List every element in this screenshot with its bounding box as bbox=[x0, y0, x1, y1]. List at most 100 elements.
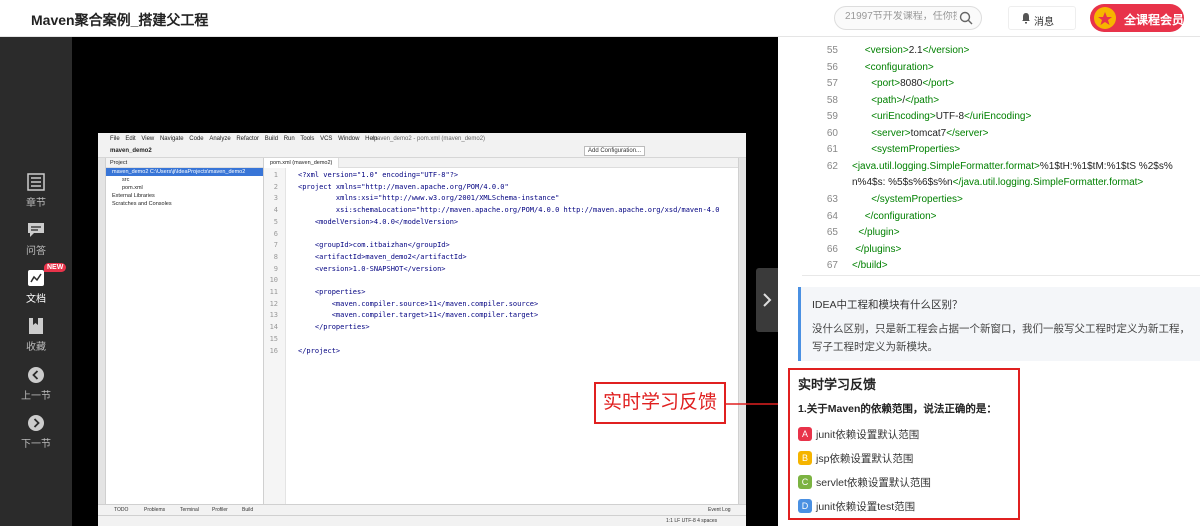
code-line: 14 </properties> bbox=[264, 322, 738, 334]
quiz-option-c[interactable]: C servlet依赖设置默认范围 bbox=[798, 474, 1018, 490]
ide-menu-item: File bbox=[110, 136, 120, 142]
chapter-list-icon bbox=[27, 173, 45, 191]
doc-code-text: n%4$s: %5$s%6$s%n</java.util.logging.Sim… bbox=[852, 175, 1143, 191]
code-line: 6 bbox=[264, 229, 738, 241]
code-text: <project xmlns="http://maven.apache.org/… bbox=[298, 182, 509, 191]
line-number: 7 bbox=[273, 241, 278, 250]
xml-close-tag: </server> bbox=[946, 127, 989, 139]
nav-label-next-lesson: 下一节 bbox=[21, 439, 51, 450]
doc-code-text: <configuration> bbox=[865, 60, 934, 76]
document-panel: 55 <version>2.1</version> 56 <configuration… bbox=[778, 37, 1200, 526]
doc-code-text: </plugins> bbox=[855, 242, 901, 258]
xml-value: 8080 bbox=[900, 78, 923, 89]
ide-tool-terminal: Terminal bbox=[180, 507, 199, 513]
xml-open-tag: <port> bbox=[871, 78, 901, 89]
search-icon[interactable] bbox=[959, 11, 973, 25]
quiz-option-d[interactable]: D junit依赖设置test范围 bbox=[798, 498, 1018, 514]
line-number: 10 bbox=[269, 276, 278, 285]
ide-tool-profiler: Profiler bbox=[212, 507, 228, 513]
line-number: 63 bbox=[826, 194, 838, 205]
line-number: 64 bbox=[826, 210, 838, 222]
new-badge: NEW bbox=[44, 263, 67, 272]
ide-tabbar: pom.xml (maven_demo2) bbox=[264, 158, 738, 168]
line-number: 57 bbox=[826, 78, 838, 89]
vip-membership-button[interactable]: 全课程会员 bbox=[1090, 4, 1184, 32]
xml-open-tag: <uriEncoding> bbox=[871, 111, 936, 122]
line-number: 67 bbox=[826, 260, 838, 271]
doc-code-text: <path>/</path> bbox=[871, 93, 939, 109]
ide-left-tool-stripe bbox=[98, 158, 106, 504]
nav-item-chapters[interactable]: 章节 bbox=[0, 173, 72, 217]
line-number: 65 bbox=[826, 227, 838, 238]
doc-code-text: <java.util.logging.SimpleFormatter.forma… bbox=[852, 159, 1173, 175]
quiz-box: 实时学习反馈 1.关于Maven的依赖范围，说法正确的是： A junit依赖设… bbox=[788, 368, 1020, 520]
doc-divider bbox=[802, 275, 1200, 276]
annotation-callout: 实时学习反馈 bbox=[594, 382, 726, 424]
code-text: <?xml version="1.0" encoding="UTF-8"?> bbox=[298, 171, 459, 179]
line-number: 56 bbox=[826, 61, 838, 73]
xml-close-tag: </port> bbox=[922, 78, 955, 89]
code-line: 8 <artifactId>maven_demo2</artifactId> bbox=[264, 252, 738, 264]
doc-code-text: </configuration> bbox=[865, 209, 937, 225]
document-chart-icon bbox=[28, 270, 44, 286]
xml-tag: </build> bbox=[852, 260, 888, 271]
ide-project-name: maven_demo2 bbox=[110, 148, 152, 154]
ide-menu-item: Code bbox=[189, 136, 204, 142]
video-player[interactable]: File Edit View Navigate Code Analyze Ref… bbox=[72, 37, 778, 526]
nav-item-docs[interactable]: NEW 文档 bbox=[0, 263, 72, 313]
doc-code-text: <port>8080</port> bbox=[871, 76, 954, 92]
doc-code-text: </systemProperties> bbox=[871, 192, 963, 208]
line-number: 16 bbox=[269, 346, 278, 355]
tree-row: External Libraries bbox=[112, 193, 155, 199]
ide-menu-item: Run bbox=[283, 136, 295, 142]
code-text: <artifactId>maven_demo2</artifactId> bbox=[298, 252, 467, 261]
code-text: <modelVersion>4.0.0</modelVersion> bbox=[298, 217, 459, 226]
annotation-label: 实时学习反馈 bbox=[602, 392, 717, 413]
nav-item-favorites[interactable]: 收藏 bbox=[0, 317, 72, 361]
code-text: <groupId>com.itbaizhan</groupId> bbox=[298, 241, 450, 250]
chevron-right-icon bbox=[763, 293, 772, 307]
search-input[interactable] bbox=[845, 11, 957, 22]
code-line: 4 xsi:schemaLocation="http://maven.apach… bbox=[264, 205, 738, 217]
messages-label: 消息 bbox=[1034, 17, 1054, 28]
quiz-option-b[interactable]: B jsp依赖设置默认范围 bbox=[798, 450, 1018, 466]
line-number: 6 bbox=[273, 229, 278, 238]
line-number: 2 bbox=[273, 182, 278, 191]
left-sidebar: 章节 问答 NEW 文档 收藏 上一节 下一节 bbox=[0, 37, 72, 526]
nav-item-prev-lesson[interactable]: 上一节 bbox=[0, 366, 72, 410]
qa-card: IDEA中工程和模块有什么区别？ 没什么区别，只是新工程会占据一个新窗口，我们一… bbox=[798, 287, 1200, 361]
ide-menu-item: Analyze bbox=[209, 136, 231, 142]
line-number: 15 bbox=[269, 334, 278, 343]
ide-add-configuration: Add Configuration... bbox=[584, 146, 646, 156]
line-number: 4 bbox=[273, 206, 278, 215]
nav-label-prev-lesson: 上一节 bbox=[21, 391, 51, 402]
code-line: 2 <project xmlns="http://maven.apache.org… bbox=[264, 182, 738, 194]
line-number: 14 bbox=[269, 323, 278, 332]
ide-window-title: maven_demo2 - pom.xml (maven_demo2) bbox=[372, 136, 486, 142]
nav-label-qa: 问答 bbox=[26, 246, 46, 257]
ide-event-log: Event Log bbox=[708, 507, 731, 513]
next-arrow-icon bbox=[28, 415, 44, 431]
xml-open-tag: <path> bbox=[871, 94, 903, 106]
nav-label-favorites: 收藏 bbox=[26, 342, 46, 353]
xml-value: %1$tH:%1$tM:%1$tS %2$s% bbox=[1039, 161, 1173, 172]
search-box[interactable] bbox=[834, 6, 982, 30]
xml-close-tag: </path> bbox=[905, 94, 940, 106]
nav-item-next-lesson[interactable]: 下一节 bbox=[0, 414, 72, 458]
line-number: 59 bbox=[826, 111, 838, 122]
option-text: servlet依赖设置默认范围 bbox=[816, 477, 931, 489]
code-line: 1 <?xml version="1.0" encoding="UTF-8"?> bbox=[264, 170, 738, 182]
xml-value: 2.1 bbox=[908, 45, 923, 56]
nav-item-qa[interactable]: 问答 bbox=[0, 221, 72, 265]
page-title: Maven聚合案例_搭建父工程 bbox=[31, 12, 209, 28]
quiz-option-a[interactable]: A junit依赖设置默认范围 bbox=[798, 426, 1018, 442]
messages-button[interactable]: 消息 bbox=[1008, 6, 1076, 30]
ide-tool-todo: TODO bbox=[114, 507, 129, 513]
line-number: 1 bbox=[273, 171, 278, 179]
collapse-panel-button[interactable] bbox=[756, 268, 778, 332]
xml-open-tag: <java.util.logging.SimpleFormatter.forma… bbox=[852, 161, 1040, 172]
line-number: 66 bbox=[826, 243, 838, 255]
code-line: 5 <modelVersion>4.0.0</modelVersion> bbox=[264, 217, 738, 229]
xml-close-tag: </uriEncoding> bbox=[964, 111, 1032, 122]
bell-icon bbox=[1022, 13, 1030, 24]
